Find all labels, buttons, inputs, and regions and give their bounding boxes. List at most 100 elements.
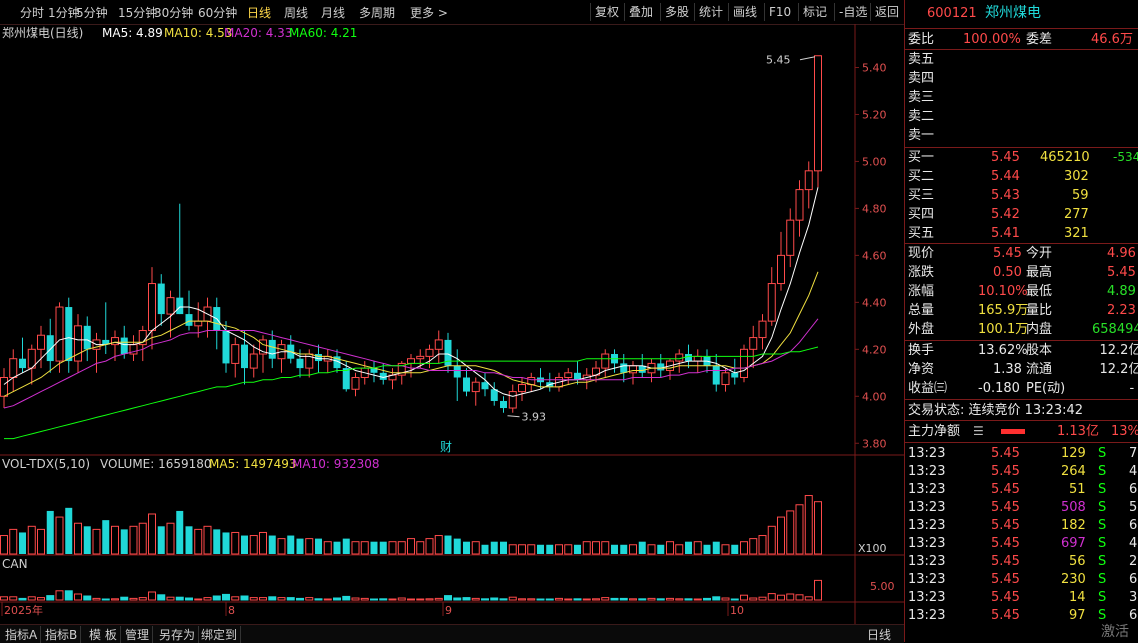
toolbar-button[interactable]: 统计 [694,3,727,21]
toolbar-button[interactable]: F10 [764,3,795,21]
period-tab[interactable]: 15分钟 [118,4,157,21]
sell-label: 卖一 [908,126,934,145]
volume-bar-up [435,536,442,554]
volume-bar-down [47,511,54,554]
vol-volume: VOLUME: 1659180 [100,457,212,471]
can-bar [398,598,405,600]
indicator-tab[interactable]: 模 板 [86,626,121,643]
volume-bar-down [704,545,711,554]
candle-body-up [149,284,156,331]
volume-bar-up [509,545,516,554]
candle-body-up [472,382,479,391]
can-bar [685,599,692,600]
can-bar [435,598,442,600]
volume-bar-up [694,542,701,554]
candle-body-down [315,354,322,361]
stat-value: 165.9万 [978,301,1028,320]
candle-body-up [435,340,442,349]
candle-body-up [250,354,257,368]
candle-body-down [176,298,183,314]
can-bar [112,599,119,600]
low-marker-line [508,416,520,417]
toolbar-button[interactable]: 复权 [590,3,623,21]
period-tab[interactable]: 月线 [321,4,345,21]
volume-bar-up [602,542,609,554]
can-bar [408,599,415,600]
tick-count: 2 [1129,552,1137,571]
can-bar [722,598,729,600]
period-tab[interactable]: 分时 [20,4,44,21]
tick-side: S [1098,534,1106,553]
candle-body-up [509,392,516,408]
candle-body-down [731,373,738,378]
tick-row: 13:235.45697S4 [905,534,1138,553]
tick-price: 5.45 [991,462,1020,481]
indicator-tab[interactable]: 指标A [2,626,41,643]
indicator-tab[interactable]: 绑定到 [198,626,241,643]
tick-price: 5.45 [991,444,1020,463]
separator [905,420,1138,421]
candle-body-down [500,401,507,408]
toolbar-button[interactable]: 多股 [660,3,693,21]
volume-bar-down [657,545,664,554]
period-tab[interactable]: 1分钟 [48,4,80,21]
toolbar-button[interactable]: -自选 [834,3,871,21]
period-tab[interactable]: 周线 [284,4,308,21]
weibi-row: 委比100.00%委差46.6万 [905,30,1138,49]
candle-body-up [408,359,415,364]
can-bar [556,598,563,600]
can-bar [352,598,359,600]
tick-side: S [1098,552,1106,571]
candle-body-up [232,345,239,364]
volume-bar-up [195,529,202,554]
can-bar [278,598,285,600]
candle-body-down [241,345,248,368]
period-tab[interactable]: 多周期 [359,4,395,21]
tick-price: 5.45 [991,534,1020,553]
volume-bar-down [186,526,193,554]
stat-value: - [1130,379,1135,398]
tick-volume: 697 [1061,534,1086,553]
sell-row: 卖一 [905,126,1138,145]
indicator-tab[interactable]: 另存为 [156,626,199,643]
volume-bar-down [223,532,230,554]
can-bar [472,598,479,600]
can-bar [648,598,655,600]
period-tab[interactable]: 5分钟 [76,4,108,21]
buy-volume: 302 [1064,167,1089,186]
kline-chart[interactable]: 5.405.205.004.804.604.404.204.003.80郑州煤电… [0,24,904,624]
tick-volume: 14 [1069,588,1086,607]
toolbar-button[interactable]: 标记 [798,3,831,21]
volume-bar-down [297,539,304,554]
stat-value: 5.45 [1107,263,1136,282]
candle-body-up [676,354,683,361]
toolbar-button[interactable]: 返回 [870,3,903,21]
can-bar [768,594,775,600]
volume-bar-up [398,542,405,554]
indicator-tab[interactable]: 管理 [122,626,153,643]
main-net-label: 主力净额 [908,422,960,441]
candles [1,56,822,413]
indicator-tab[interactable]: 指标B [42,626,81,643]
period-tab[interactable]: 60分钟 [198,4,237,21]
period-tab[interactable]: 更多 > [410,4,448,21]
can-bar [167,597,174,600]
tick-count: 5 [1129,498,1137,517]
buy-row: 买四5.42277 [905,205,1138,224]
tick-time: 13:23 [908,570,945,589]
volume-bar-up [232,532,239,554]
toolbar-button[interactable]: 画线 [728,3,761,21]
tick-side: S [1098,498,1106,517]
toolbar-button[interactable]: 叠加 [624,3,657,21]
candle-body-down [186,314,193,326]
volume-bar-up [528,545,535,554]
tick-time: 13:23 [908,534,945,553]
period-tab[interactable]: 30分钟 [154,4,193,21]
volume-bar-down [546,545,553,554]
can-bar [158,595,165,600]
vol-label: VOL-TDX(5,10) [2,457,90,471]
volume-bar-down [500,542,507,554]
can-bar [731,599,738,600]
tick-count: 6 [1129,570,1137,589]
period-tab[interactable]: 日线 [247,4,271,21]
